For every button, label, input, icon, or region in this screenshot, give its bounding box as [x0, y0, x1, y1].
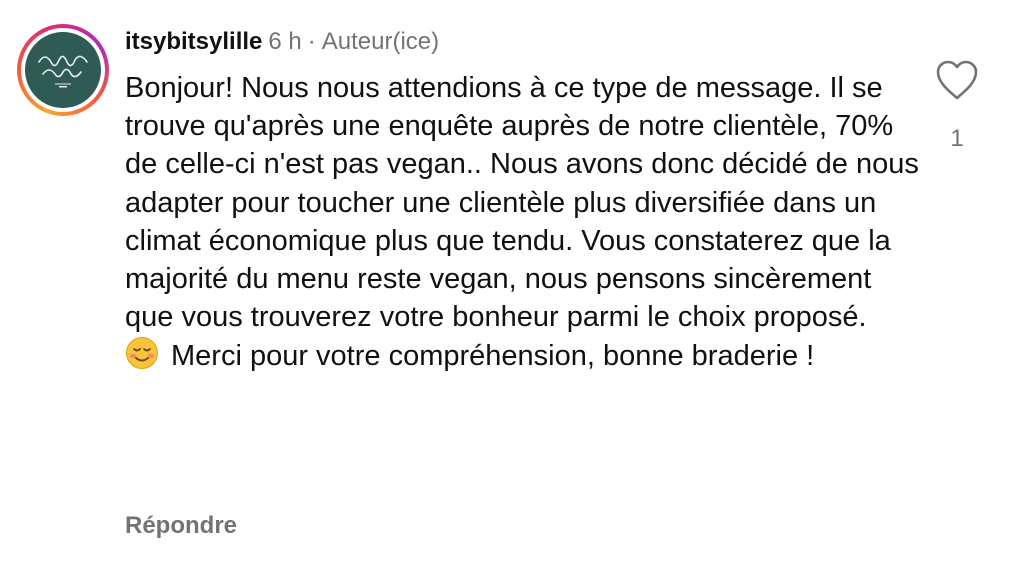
meta-separator: · — [307, 28, 316, 55]
comment-text: Bonjour! Nous nous attendions à ce type … — [125, 72, 919, 334]
comment-text-end: Merci pour votre compréhension, bonne br… — [171, 340, 815, 373]
smiling-face-icon — [125, 336, 159, 380]
username-link[interactable]: itsybitsylille — [125, 28, 262, 55]
like-count: 1 — [950, 125, 964, 152]
story-ring[interactable] — [17, 24, 109, 116]
reply-button[interactable]: Répondre — [125, 510, 237, 542]
avatar-logo — [38, 55, 88, 88]
comment-time: 6 h — [268, 28, 302, 55]
author-badge: Auteur(ice) — [321, 28, 440, 55]
avatar[interactable] — [25, 32, 101, 108]
comment-body: Bonjour! Nous nous attendions à ce type … — [125, 69, 925, 381]
heart-outline-icon — [936, 60, 978, 100]
comment-header: itsybitsylille 6 h · Auteur(ice) — [125, 26, 439, 58]
like-button[interactable] — [934, 58, 980, 102]
